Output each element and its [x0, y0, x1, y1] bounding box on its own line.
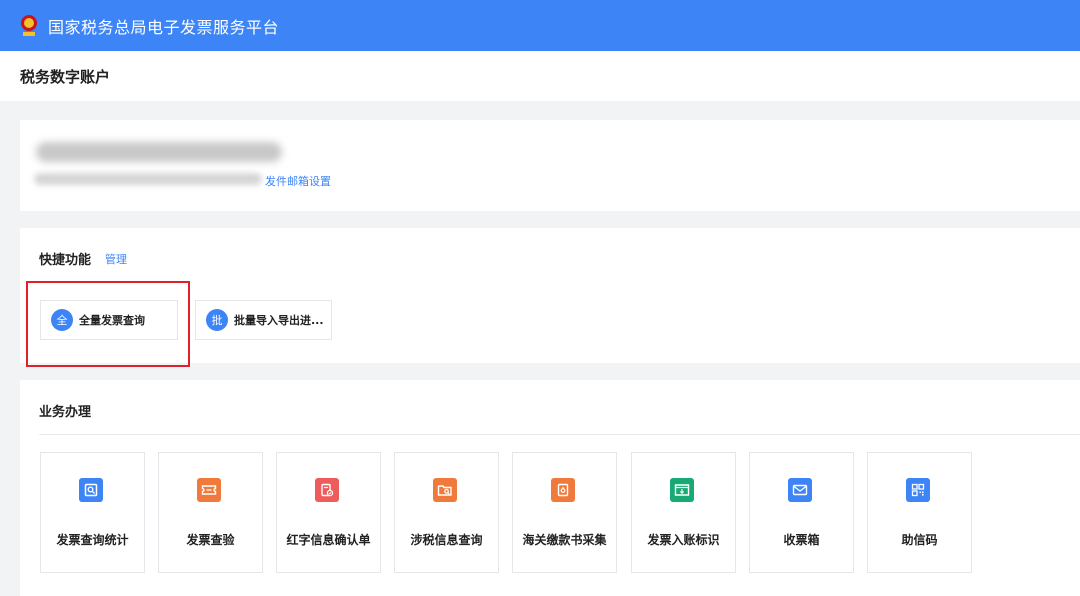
- quick-functions-card: 快捷功能 管理 全 全量发票查询 批 批量导入导出进...: [20, 228, 1080, 367]
- batch-import-export-button[interactable]: 批 批量导入导出进...: [195, 300, 332, 340]
- quick-functions-title: 快捷功能: [39, 253, 92, 268]
- business-card: 业务办理 发票查询统计 发票查验 红字信息确认单 涉税信息查询 海关缴款书采集: [20, 380, 1080, 596]
- tile-label: 发票入账标识: [647, 533, 720, 547]
- tile-label: 红字信息确认单: [286, 533, 371, 547]
- account-card: 发件邮箱设置: [20, 120, 1080, 211]
- top-bar: 国家税务总局电子发票服务平台: [0, 0, 1080, 51]
- tile-label: 发票查询统计: [56, 533, 129, 547]
- tile-invoice-verify[interactable]: 发票查验: [158, 452, 263, 573]
- business-title: 业务办理: [39, 405, 92, 420]
- tile-label: 涉税信息查询: [410, 533, 483, 547]
- page-title: 税务数字账户: [20, 67, 111, 86]
- tax-emblem-logo: [18, 14, 40, 38]
- full-badge-icon: 全: [51, 309, 73, 331]
- document-check-icon: [315, 478, 339, 502]
- sender-email-settings-link[interactable]: 发件邮箱设置: [265, 173, 331, 189]
- batch-badge-icon: 批: [206, 309, 228, 331]
- manage-link[interactable]: 管理: [105, 251, 127, 267]
- tile-invoice-entry-mark[interactable]: 发票入账标识: [631, 452, 736, 573]
- tile-red-info-confirm[interactable]: 红字信息确认单: [276, 452, 381, 573]
- receipt-download-icon: [670, 478, 694, 502]
- tile-inbox[interactable]: 收票箱: [749, 452, 854, 573]
- tile-label: 海关缴款书采集: [522, 533, 607, 547]
- tile-label: 收票箱: [783, 533, 820, 547]
- tile-label: 助信码: [901, 533, 938, 547]
- customs-icon: [551, 478, 575, 502]
- full-invoice-query-button[interactable]: 全 全量发票查询: [40, 300, 178, 340]
- divider: [39, 434, 1080, 435]
- mail-icon: [788, 478, 812, 502]
- tile-invoice-query-stats[interactable]: 发票查询统计: [40, 452, 145, 573]
- tile-assist-code[interactable]: 助信码: [867, 452, 972, 573]
- quick-item-label: 批量导入导出进...: [234, 314, 324, 327]
- folder-search-icon: [433, 478, 457, 502]
- tile-customs-payment[interactable]: 海关缴款书采集: [512, 452, 617, 573]
- ticket-icon: [197, 478, 221, 502]
- page-header: 税务数字账户: [0, 51, 1080, 101]
- qr-code-icon: [906, 478, 930, 502]
- tile-label: 发票查验: [186, 533, 235, 547]
- tile-tax-info-query[interactable]: 涉税信息查询: [394, 452, 499, 573]
- blurred-account-info: [34, 173, 262, 185]
- quick-item-label: 全量发票查询: [79, 314, 145, 327]
- search-document-icon: [79, 478, 103, 502]
- blurred-account-name: [36, 142, 282, 162]
- app-title: 国家税务总局电子发票服务平台: [48, 17, 280, 37]
